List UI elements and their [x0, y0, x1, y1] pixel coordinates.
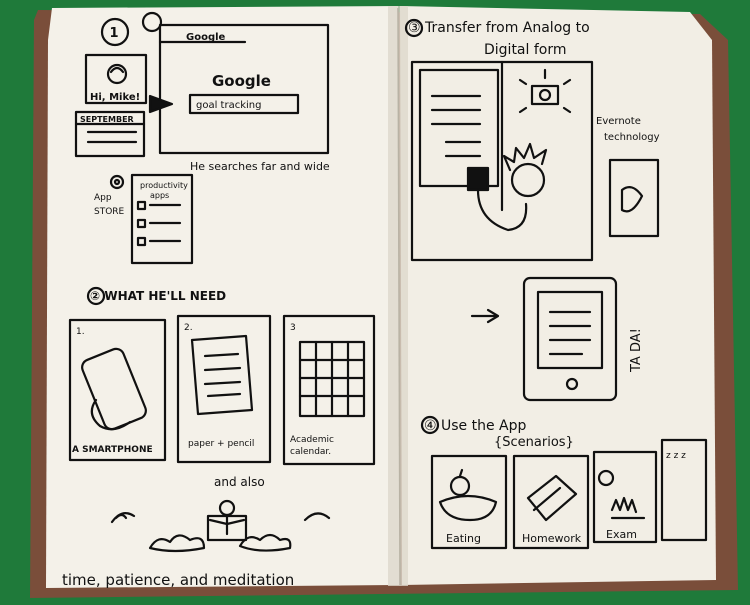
calendar-month-label: SEPTEMBER [80, 115, 134, 124]
google-logo-text: Google [212, 72, 271, 90]
browser-tab-label: Google [186, 32, 226, 43]
search-query-text: goal tracking [196, 100, 261, 111]
step3-heading-2: Digital form [484, 42, 567, 58]
bottom-line-text: time, patience, and meditation [62, 571, 294, 589]
panel3-number: 3 [290, 323, 296, 333]
step1-number: 1 [109, 26, 118, 41]
search-caption: He searches far and wide [190, 160, 330, 173]
panel1-caption: A SMARTPHONE [72, 445, 153, 455]
evernote-label-1: Evernote [596, 116, 641, 127]
scenario-label-homework: Homework [522, 532, 582, 545]
avatar-greeting: Hi, Mike! [90, 92, 140, 103]
panel3-caption-1: Academic [290, 435, 334, 445]
app-store-label-1: App [94, 193, 112, 203]
app-store-label-2: STORE [94, 207, 125, 217]
evernote-label-2: technology [604, 132, 660, 143]
scenario-label-exam: Exam [606, 528, 637, 541]
step3-heading-1: ③ Transfer from Analog to [408, 20, 590, 36]
productivity-label-2: apps [150, 191, 169, 200]
scenarios-text: {Scenarios} [494, 435, 574, 450]
panel1-number: 1. [76, 327, 85, 337]
phone-in-hand [466, 166, 490, 192]
tada-text: TA DA! [629, 328, 644, 373]
productivity-label-1: productivity [140, 181, 188, 190]
panel3-caption-2: calendar. [290, 447, 331, 457]
panel2-caption: paper + pencil [188, 439, 254, 449]
scenario-label-eating: Eating [446, 532, 481, 545]
sleep-marks: z z z [666, 451, 686, 461]
and-also-text: and also [214, 475, 265, 489]
step2-heading: ② WHAT HE'LL NEED [90, 289, 226, 303]
sketchbook-photo: 1 Google Google goal tracking Hi, Mike! … [0, 0, 750, 605]
panel2-number: 2. [184, 323, 193, 333]
step4-heading: ④ Use the App [424, 418, 526, 434]
